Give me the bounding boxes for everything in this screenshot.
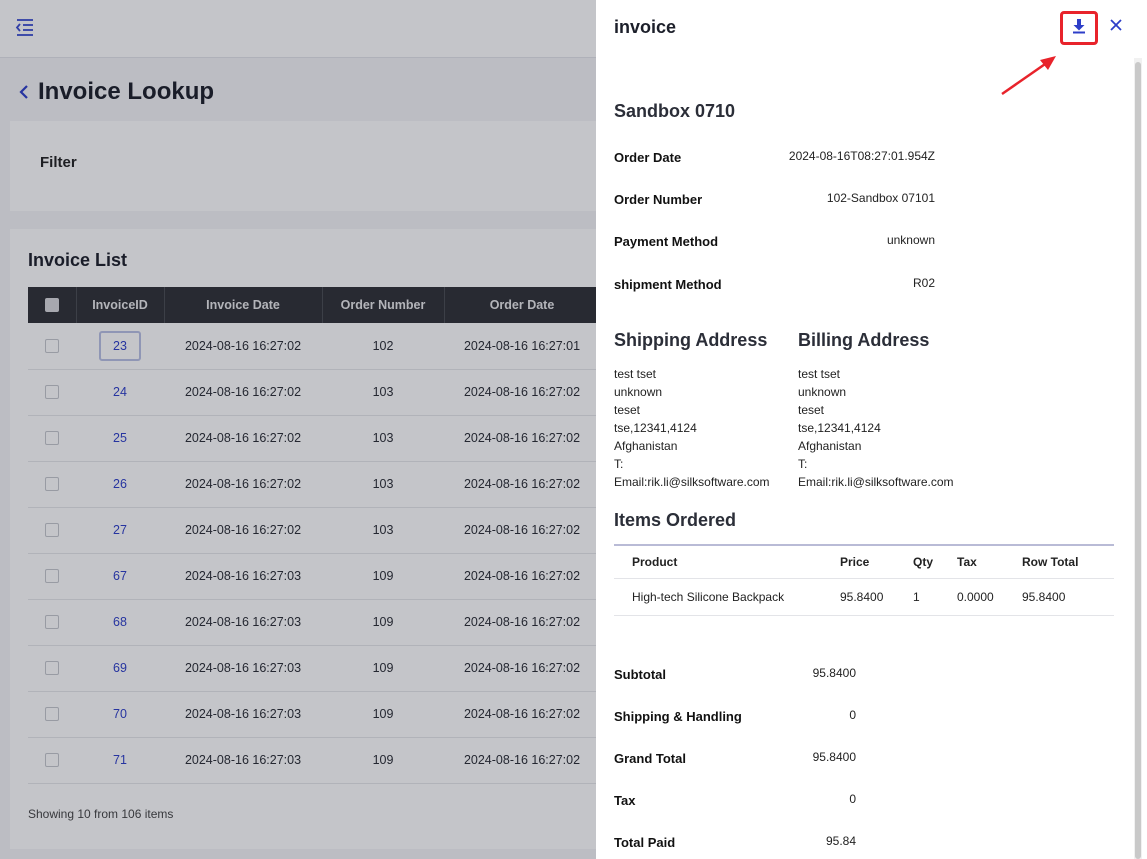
- address-line: teset: [614, 403, 641, 417]
- address-line: tse,12341,4124: [614, 421, 697, 435]
- shipping-handling-value: 0: [849, 708, 856, 722]
- product-price: 95.8400: [840, 578, 913, 616]
- drawer-scrollbar[interactable]: [1134, 58, 1142, 859]
- close-icon[interactable]: [1107, 16, 1125, 34]
- grand-total-value: 95.8400: [812, 750, 856, 764]
- product-qty: 1: [913, 578, 957, 616]
- items-ordered-title: Items Ordered: [614, 510, 737, 530]
- grand-total-label: Grand Total: [614, 751, 686, 766]
- billing-address-title: Billing Address: [798, 330, 930, 350]
- column-header-qty: Qty: [913, 545, 957, 579]
- download-icon: [1072, 18, 1086, 39]
- tax-value: 0: [849, 792, 856, 806]
- column-header-price: Price: [840, 545, 913, 579]
- items-table-header: Product Price Qty Tax Row Total: [614, 545, 1114, 579]
- product-name: High-tech Silicone Backpack: [614, 578, 840, 616]
- billing-address: test tset unknown teset tse,12341,4124 A…: [798, 365, 954, 491]
- address-line: teset: [798, 403, 825, 417]
- column-header-tax: Tax: [957, 545, 1022, 579]
- address-line: tse,12341,4124: [798, 421, 881, 435]
- modal-overlay[interactable]: [0, 0, 596, 859]
- items-table: Product Price Qty Tax Row Total High-tec…: [614, 544, 1114, 616]
- tax-label: Tax: [614, 793, 636, 808]
- subtotal-value: 95.8400: [812, 666, 856, 680]
- store-name: Sandbox 0710: [614, 101, 736, 121]
- address-line: T:: [614, 457, 624, 471]
- highlight-arrow: [1001, 56, 1056, 96]
- payment-method-value: unknown: [886, 233, 935, 247]
- shipment-method-label: shipment Method: [614, 277, 722, 292]
- shipping-address-title: Shipping Address: [614, 330, 768, 350]
- address-line: Email:rik.li@silksoftware.com: [798, 475, 954, 489]
- column-header-product: Product: [614, 545, 840, 579]
- product-row-total: 95.8400: [1022, 578, 1114, 616]
- order-date-value: 2024-08-16T08:27:01.954Z: [788, 149, 935, 163]
- item-row: High-tech Silicone Backpack 95.8400 1 0.…: [614, 578, 1114, 616]
- shipping-handling-label: Shipping & Handling: [614, 709, 742, 724]
- shipping-address: test tset unknown teset tse,12341,4124 A…: [614, 365, 770, 491]
- product-tax: 0.0000: [957, 578, 1022, 616]
- invoice-drawer: invoice Sandbox 0710 Order Date 2024-08-…: [596, 0, 1147, 859]
- total-paid-label: Total Paid: [614, 835, 676, 850]
- address-line: Afghanistan: [798, 439, 862, 453]
- subtotal-label: Subtotal: [614, 667, 666, 682]
- shipment-method-value: R02: [912, 276, 935, 290]
- address-line: unknown: [614, 385, 663, 399]
- address-line: Email:rik.li@silksoftware.com: [614, 475, 770, 489]
- total-paid-value: 95.84: [825, 834, 856, 848]
- address-line: T:: [798, 457, 808, 471]
- address-line: unknown: [798, 385, 847, 399]
- address-line: test tset: [614, 367, 657, 381]
- download-button[interactable]: [1060, 11, 1098, 45]
- order-date-label: Order Date: [614, 150, 682, 165]
- drawer-title: invoice: [614, 17, 677, 37]
- column-header-row-total: Row Total: [1022, 545, 1114, 579]
- address-line: Afghanistan: [614, 439, 678, 453]
- order-number-value: 102-Sandbox 07101: [826, 191, 935, 205]
- address-line: test tset: [798, 367, 841, 381]
- payment-method-label: Payment Method: [614, 234, 719, 249]
- scrollbar-thumb[interactable]: [1135, 62, 1141, 859]
- order-number-label: Order Number: [614, 192, 703, 207]
